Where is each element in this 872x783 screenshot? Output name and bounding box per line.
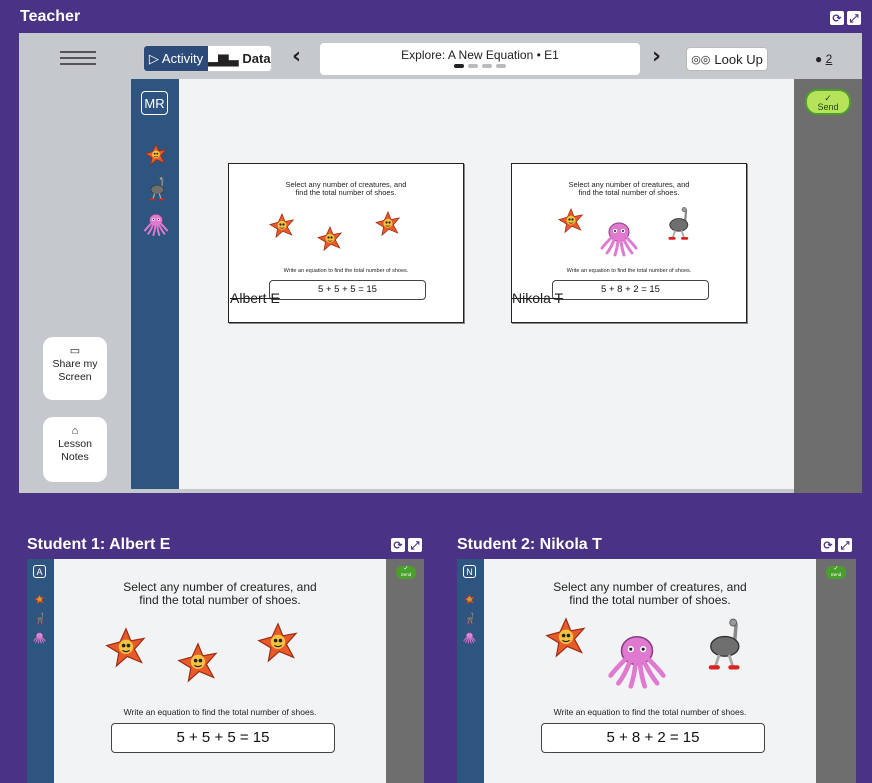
student-1-right-strip xyxy=(386,559,424,783)
bar-chart-icon: ▂▆▃ xyxy=(208,50,239,66)
student-2-right-strip xyxy=(816,559,856,783)
starfish-icon xyxy=(556,206,586,236)
student-1-prompt-line-2: find the total number of shoes. xyxy=(139,593,301,607)
student-2-initial-badge: N xyxy=(463,565,476,578)
ostrich-icon xyxy=(694,617,750,673)
teacher-panel-title: Teacher xyxy=(20,8,81,25)
next-screen-chevron-icon[interactable]: › xyxy=(652,44,661,69)
creature-rail xyxy=(131,79,179,489)
starfish-creature-icon[interactable] xyxy=(33,593,46,606)
card-prompt-line-2: find the total number of shoes. xyxy=(295,188,397,197)
student-2-equation-field[interactable]: 5 + 8 + 2 = 15 xyxy=(541,723,765,753)
hamburger-menu-icon[interactable] xyxy=(60,51,96,65)
share-screen-label-line-2: Screen xyxy=(58,371,92,383)
person-icon: ● xyxy=(815,52,823,66)
activity-tab-label: Activity xyxy=(161,51,204,66)
lesson-notes-button[interactable]: ⌂ Lesson Notes xyxy=(43,417,107,482)
refresh-icon[interactable]: ⟳ xyxy=(391,538,405,552)
activity-tab[interactable]: ▷ Activity xyxy=(144,46,208,71)
refresh-icon[interactable]: ⟳ xyxy=(821,538,835,552)
lesson-notes-label-line-2: Notes xyxy=(61,451,89,463)
send-label: Send xyxy=(830,572,842,577)
student-1-initial-badge: A xyxy=(33,565,46,578)
ostrich-icon xyxy=(659,206,695,242)
ostrich-creature-icon[interactable] xyxy=(143,176,169,202)
view-toggle: ▷ Activity ▂▆▃ Data xyxy=(143,45,272,72)
starfish-icon xyxy=(542,614,590,662)
binder-clip-icon: ⌂ xyxy=(71,425,79,437)
octopus-creature-icon[interactable] xyxy=(463,631,476,644)
starfish-icon xyxy=(315,224,345,254)
expand-icon[interactable]: ⤢ xyxy=(838,538,852,552)
student-1-instruction: Write an equation to find the total numb… xyxy=(123,707,317,717)
ostrich-creature-icon[interactable] xyxy=(463,612,476,625)
card-student-name: Nikola T xyxy=(512,290,564,306)
starfish-creature-icon[interactable] xyxy=(143,142,169,168)
send-button[interactable]: ✓ Send xyxy=(805,89,851,115)
card-instruction: Write an equation to find the total numb… xyxy=(566,268,692,274)
teacher-right-strip xyxy=(794,79,862,493)
glasses-icon: ◎◎ xyxy=(691,53,711,66)
student-2-prompt-line-2: find the total number of shoes. xyxy=(569,593,731,607)
starfish-icon xyxy=(373,209,403,239)
expand-icon[interactable]: ⤢ xyxy=(847,11,861,25)
card-equation-field: 5 + 5 + 5 = 15 xyxy=(269,280,426,300)
play-icon: ▷ xyxy=(148,50,159,66)
octopus-creature-icon[interactable] xyxy=(33,631,46,644)
expand-icon[interactable]: ⤢ xyxy=(408,538,422,552)
student-count[interactable]: ● 2 xyxy=(815,52,832,66)
starfish-icon xyxy=(174,639,222,687)
student-1-panel-title: Student 1: Albert E xyxy=(27,536,171,553)
screen-progress-dots xyxy=(320,64,640,68)
lesson-notes-label-line-1: Lesson xyxy=(58,438,92,450)
send-label: Send xyxy=(817,102,839,112)
starfish-icon xyxy=(102,624,150,672)
card-equation-field: 5 + 8 + 2 = 15 xyxy=(552,280,709,300)
student-1-send-button[interactable]: ✓ Send xyxy=(396,566,416,579)
student-1-equation-field[interactable]: 5 + 5 + 5 = 15 xyxy=(111,723,335,753)
student-2-send-button[interactable]: ✓ Send xyxy=(826,566,846,579)
card-prompt-line-2: find the total number of shoes. xyxy=(578,188,680,197)
octopus-creature-icon[interactable] xyxy=(143,211,169,237)
ostrich-creature-icon[interactable] xyxy=(33,612,46,625)
share-screen-button[interactable]: ▭ Share my Screen xyxy=(43,337,107,400)
teacher-initials-badge: MR xyxy=(141,91,168,115)
starfish-icon xyxy=(254,619,302,667)
octopus-icon xyxy=(606,629,668,691)
data-tab[interactable]: ▂▆▃ Data xyxy=(208,46,271,71)
student-2-panel-title: Student 2: Nikola T xyxy=(457,536,602,553)
student-count-value: 2 xyxy=(825,52,833,66)
data-tab-label: Data xyxy=(242,51,271,66)
look-up-button[interactable]: ◎◎ Look Up xyxy=(686,47,768,71)
screen-share-icon: ▭ xyxy=(69,345,81,357)
look-up-label: Look Up xyxy=(714,51,763,67)
starfish-creature-icon[interactable] xyxy=(463,593,476,606)
refresh-icon[interactable]: ⟳ xyxy=(830,11,844,25)
starfish-icon xyxy=(267,211,297,241)
lesson-title: Explore: A New Equation • E1 xyxy=(401,48,559,62)
lesson-title-box[interactable]: Explore: A New Equation • E1 xyxy=(320,43,640,75)
octopus-icon xyxy=(599,218,639,258)
student-2-instruction: Write an equation to find the total numb… xyxy=(553,707,747,717)
send-label: Send xyxy=(400,572,412,577)
student-1-canvas: Select any number of creatures, and find… xyxy=(54,559,386,783)
previous-screen-chevron-icon[interactable]: ‹ xyxy=(292,44,301,69)
card-instruction: Write an equation to find the total numb… xyxy=(283,268,409,274)
share-screen-label-line-1: Share my xyxy=(52,358,98,370)
student-2-canvas: Select any number of creatures, and find… xyxy=(484,559,816,783)
card-student-name: Albert E xyxy=(230,290,280,306)
